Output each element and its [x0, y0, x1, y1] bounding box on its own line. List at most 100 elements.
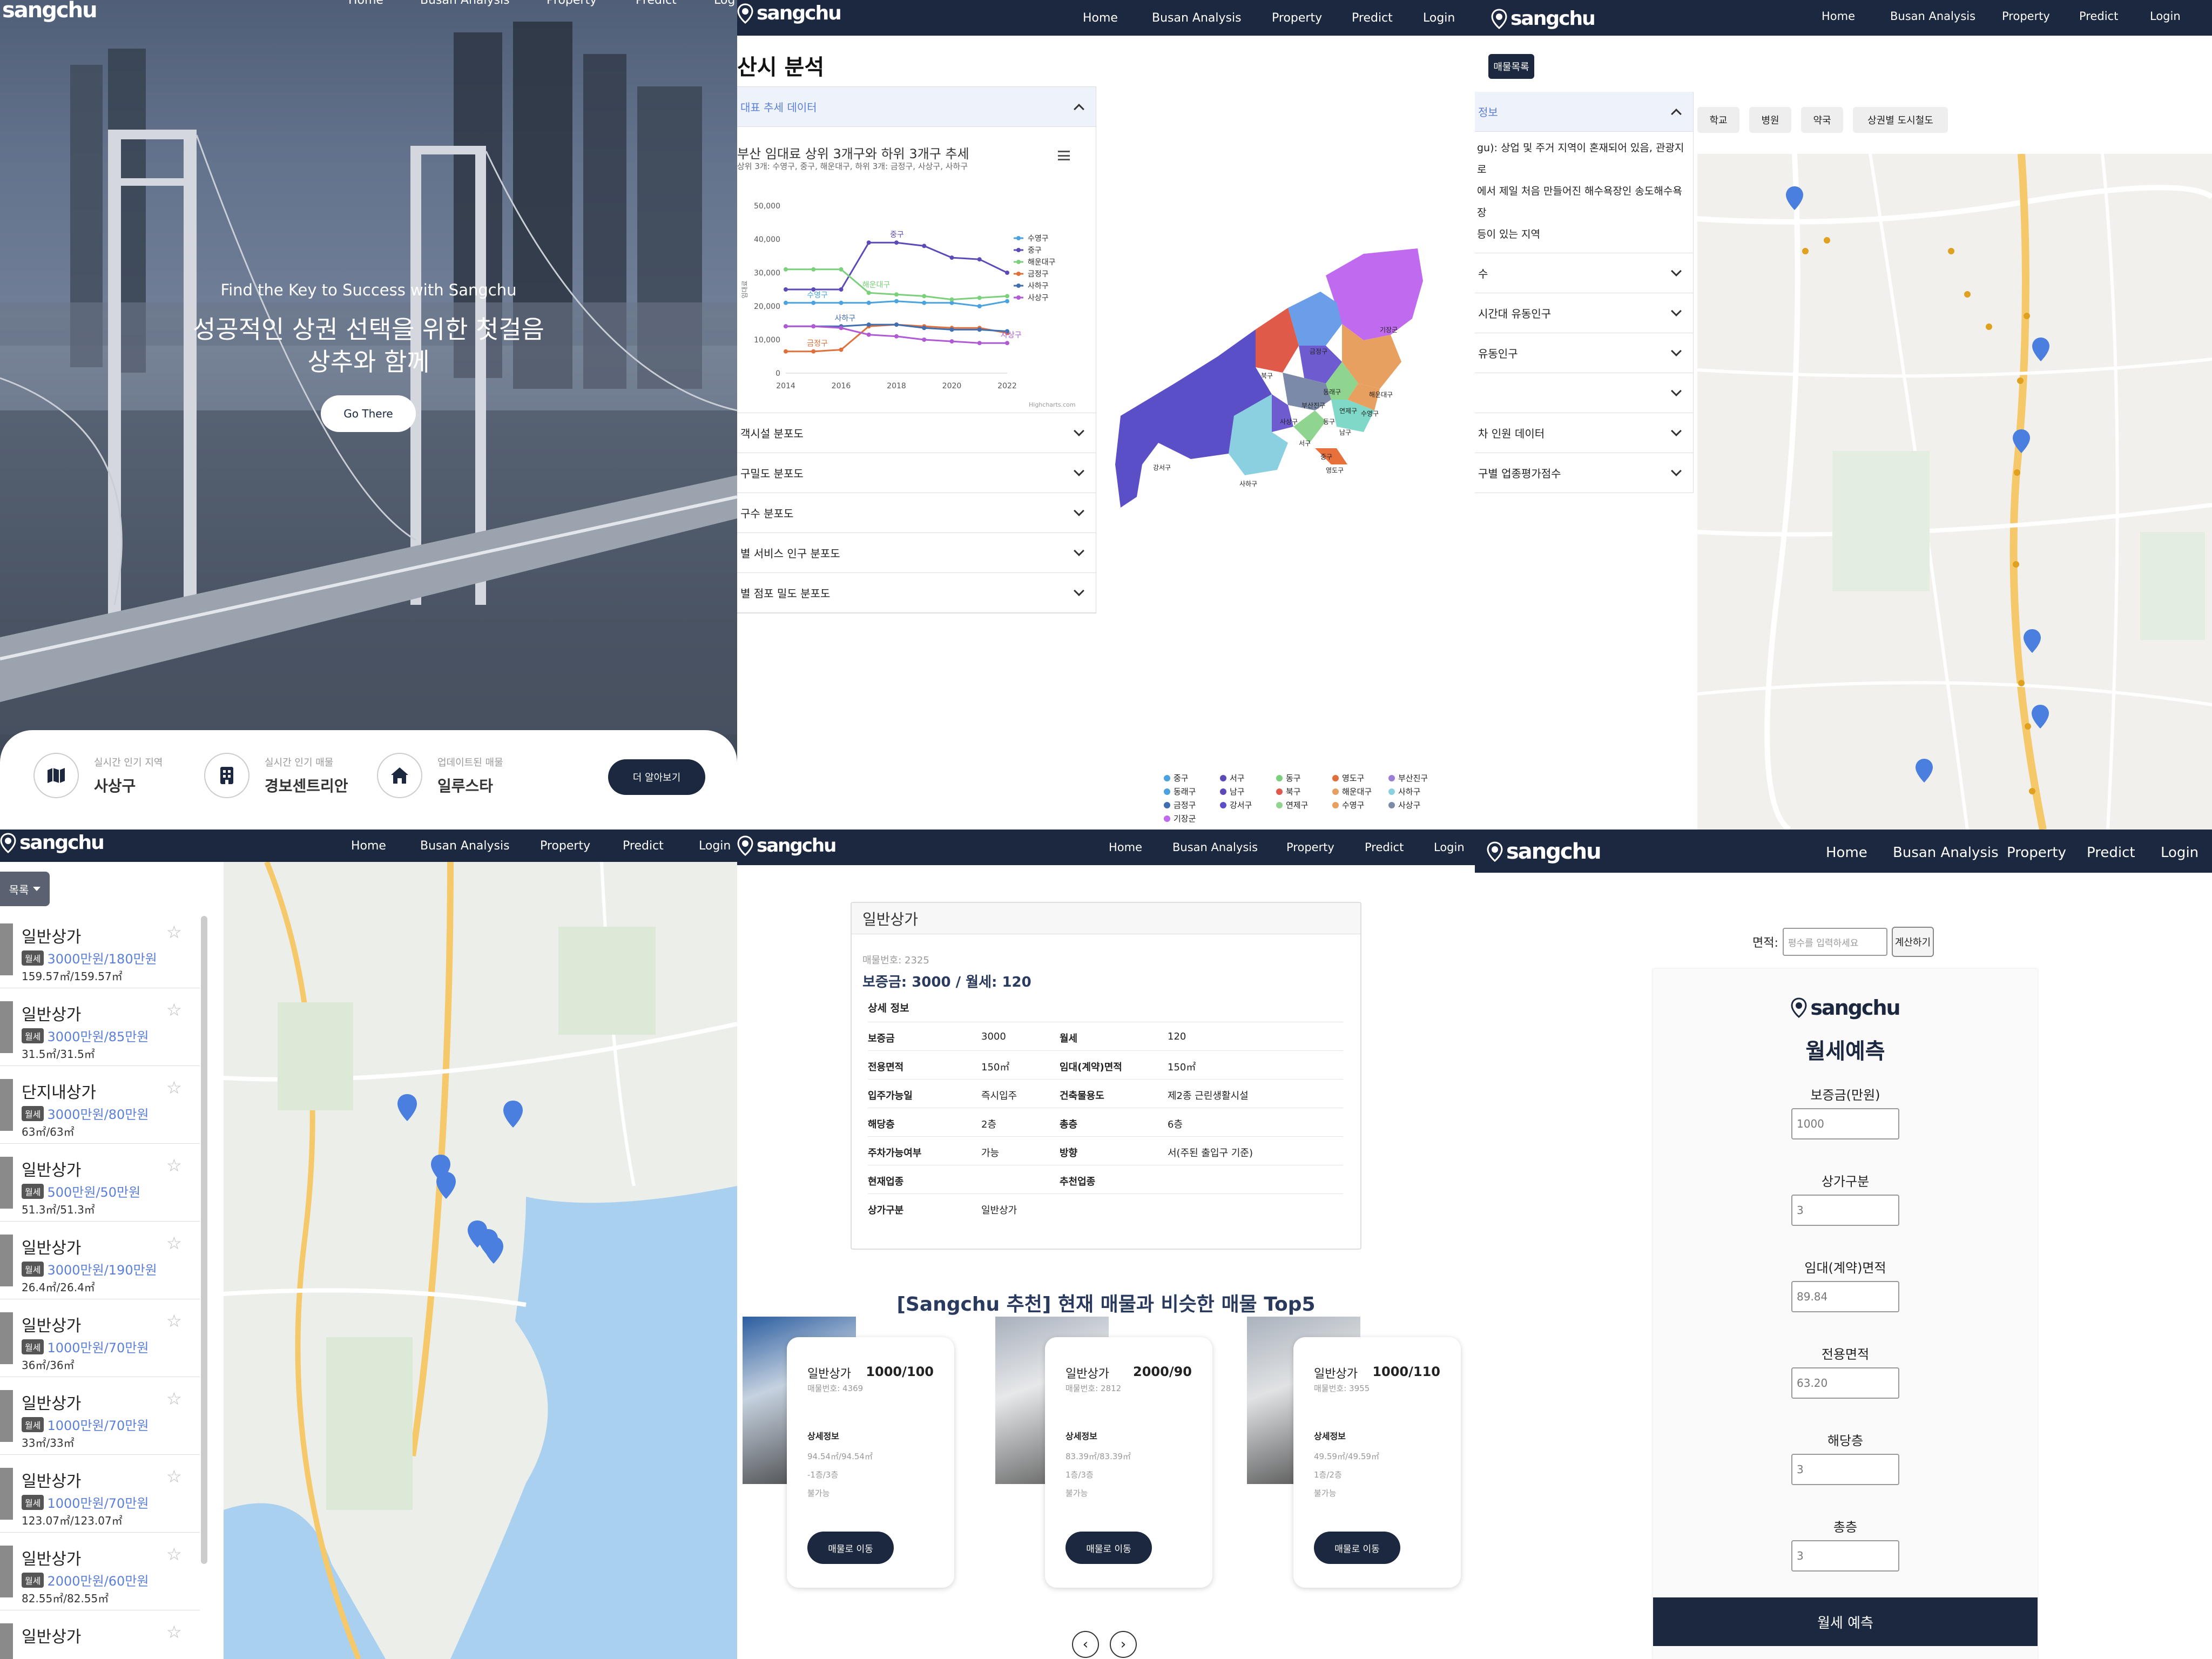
- logo[interactable]: sangchu: [1487, 839, 1602, 864]
- nav-predict[interactable]: Predict: [2079, 10, 2118, 23]
- listing-item[interactable]: 일반상가 ☆ 월세 2000만원/60만원 82.55㎡/82.55㎡: [0, 1533, 200, 1610]
- data-point[interactable]: [894, 292, 899, 297]
- accordion-trend-data[interactable]: 대표 추세 데이터: [737, 87, 1096, 127]
- data-point[interactable]: [784, 349, 788, 354]
- star-icon[interactable]: ☆: [166, 1623, 182, 1641]
- legend-item[interactable]: 영도구: [1332, 772, 1388, 784]
- data-point[interactable]: [949, 297, 954, 302]
- legend-label[interactable]: 중구: [1028, 246, 1042, 255]
- data-point[interactable]: [949, 255, 954, 260]
- legend-label[interactable]: 금정구: [1028, 270, 1049, 279]
- listing-item[interactable]: 단지내상가 ☆ 월세 3000만원/80만원 63㎡/63㎡: [0, 1066, 200, 1144]
- nav-property[interactable]: Property: [1286, 841, 1334, 854]
- predict-field-input[interactable]: 3: [1791, 1540, 1899, 1572]
- legend-item[interactable]: 사상구: [1388, 799, 1445, 811]
- nav-login[interactable]: Login: [699, 839, 731, 853]
- legend-item[interactable]: 동래구: [1164, 786, 1220, 797]
- legend-item[interactable]: 수영구: [1332, 799, 1388, 811]
- predict-submit-button[interactable]: 월세 예측: [1653, 1597, 2038, 1646]
- data-point[interactable]: [922, 300, 927, 305]
- listing-item[interactable]: 일반상가 ☆ 월세 3000만원/180만원 159.57㎡/159.57㎡: [0, 911, 200, 988]
- star-icon[interactable]: ☆: [166, 923, 182, 941]
- go-to-listing-button[interactable]: 매물로 이동: [1065, 1532, 1152, 1564]
- nav-home[interactable]: Home: [1822, 10, 1855, 23]
- accordion-section[interactable]: 수: [1475, 253, 1693, 293]
- predict-field-input[interactable]: 3: [1791, 1454, 1899, 1485]
- learn-more-button[interactable]: 더 알아보기: [608, 759, 705, 795]
- legend-label[interactable]: 해운대구: [1028, 258, 1056, 267]
- carousel-next-button[interactable]: ›: [1110, 1631, 1137, 1658]
- legend-item[interactable]: 중구: [1164, 772, 1220, 784]
- listing-list-button[interactable]: 매물목록: [1488, 54, 1534, 79]
- data-point[interactable]: [839, 300, 844, 305]
- star-icon[interactable]: ☆: [166, 1468, 182, 1485]
- tab-subway[interactable]: 상권별 도시철도: [1853, 107, 1948, 133]
- data-point[interactable]: [866, 240, 871, 245]
- nav-login[interactable]: Login: [2161, 845, 2198, 861]
- data-point[interactable]: [839, 347, 844, 352]
- legend-item[interactable]: 동구: [1276, 772, 1332, 784]
- accordion-section[interactable]: 구밀도 분포도: [737, 453, 1096, 493]
- accordion-section[interactable]: 차 인원 데이터: [1475, 413, 1693, 453]
- data-point[interactable]: [839, 287, 844, 292]
- data-point[interactable]: [1005, 294, 1009, 299]
- legend-label[interactable]: 사하구: [1028, 282, 1049, 291]
- listing-item[interactable]: 일반상가 ☆ 월세 1000만원/70만원 33㎡/33㎡: [0, 1377, 200, 1455]
- data-point[interactable]: [784, 267, 788, 272]
- nav-home[interactable]: Home: [1083, 11, 1118, 25]
- data-point[interactable]: [784, 287, 788, 292]
- data-point[interactable]: [977, 304, 982, 308]
- accordion-section[interactable]: 유동인구: [1475, 333, 1693, 373]
- predict-field-input[interactable]: 63.20: [1791, 1367, 1899, 1399]
- legend-item[interactable]: 서구: [1220, 772, 1276, 784]
- listing-item[interactable]: 일반상가 ☆ 월세 500만원/50만원 51.3㎡/51.3㎡: [0, 1144, 200, 1222]
- data-point[interactable]: [894, 334, 899, 339]
- legend-label[interactable]: 사상구: [1028, 294, 1049, 302]
- data-point[interactable]: [922, 244, 927, 248]
- nav-property[interactable]: Property: [1272, 11, 1322, 25]
- nav-property[interactable]: Property: [2007, 845, 2066, 861]
- tab-pharmacy[interactable]: 약국: [1801, 107, 1843, 133]
- logo[interactable]: sangchu: [737, 835, 837, 857]
- data-point[interactable]: [922, 338, 927, 342]
- legend-item[interactable]: 기장군: [1164, 813, 1220, 824]
- nav-busan-analysis[interactable]: Busan Analysis: [420, 0, 528, 7]
- data-point[interactable]: [1005, 299, 1009, 304]
- tab-school[interactable]: 학교: [1697, 107, 1739, 133]
- property-map[interactable]: [223, 861, 737, 1659]
- nav-predict[interactable]: Predict: [1365, 841, 1404, 854]
- go-to-listing-button[interactable]: 매물로 이동: [807, 1532, 894, 1564]
- accordion-section[interactable]: 구별 업종평가점수: [1475, 453, 1693, 493]
- data-point[interactable]: [839, 326, 844, 331]
- predict-field-input[interactable]: 1000: [1791, 1108, 1899, 1139]
- carousel-prev-button[interactable]: ‹: [1072, 1631, 1099, 1658]
- data-point[interactable]: [811, 349, 816, 354]
- area-input[interactable]: 평수를 입력하세요: [1782, 928, 1887, 956]
- legend-item[interactable]: 사하구: [1388, 786, 1445, 797]
- data-point[interactable]: [866, 322, 871, 327]
- data-point[interactable]: [866, 300, 871, 305]
- star-icon[interactable]: ☆: [166, 1390, 182, 1407]
- data-point[interactable]: [949, 327, 954, 332]
- listing-item[interactable]: 일반상가 ☆: [0, 1610, 200, 1659]
- calculate-button[interactable]: 계산하기: [1891, 927, 1934, 957]
- nav-login[interactable]: Log: [714, 0, 737, 7]
- stat-card-area[interactable]: 실시간 인기 지역 사상구: [33, 753, 163, 798]
- logo[interactable]: sangchu: [1491, 8, 1596, 30]
- recommend-card[interactable]: 일반상가 2000/90 매물번호: 2812 상세정보 83.39㎡/83.39㎡ 1층…: [1045, 1337, 1212, 1588]
- nav-home[interactable]: Home: [1109, 841, 1142, 854]
- stat-card-updated[interactable]: 업데이트된 매물 일루스타: [377, 753, 503, 798]
- data-point[interactable]: [922, 294, 927, 299]
- data-point[interactable]: [894, 299, 899, 304]
- star-icon[interactable]: ☆: [166, 1546, 182, 1563]
- legend-item[interactable]: 해운대구: [1332, 786, 1388, 797]
- nav-busan-analysis[interactable]: Busan Analysis: [1172, 841, 1258, 854]
- hamburger-menu-icon[interactable]: [1058, 151, 1070, 160]
- legend-item[interactable]: 북구: [1276, 786, 1332, 797]
- star-icon[interactable]: ☆: [166, 1001, 182, 1019]
- data-point[interactable]: [977, 341, 982, 346]
- accordion-section[interactable]: 객시설 분포도: [737, 413, 1096, 453]
- data-point[interactable]: [1005, 271, 1009, 275]
- nav-property[interactable]: Property: [540, 839, 590, 853]
- data-point[interactable]: [811, 267, 816, 272]
